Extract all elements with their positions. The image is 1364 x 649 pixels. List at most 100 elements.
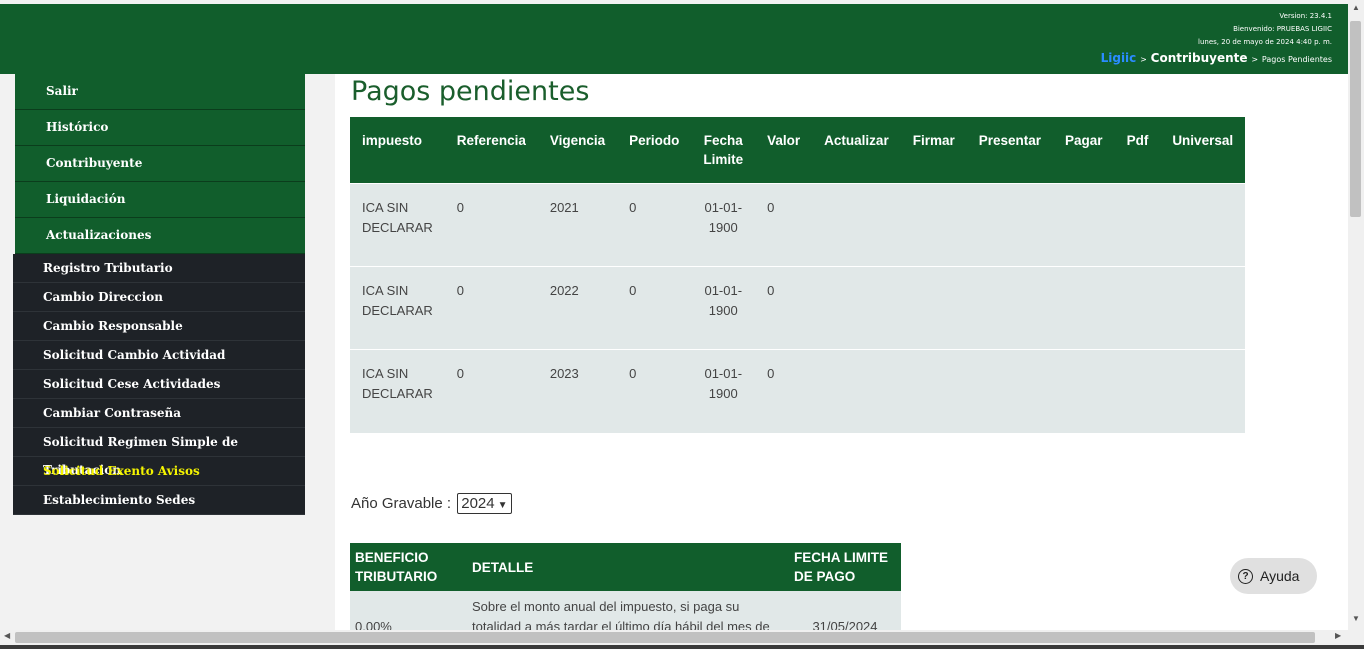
taskbar-strip <box>0 645 1364 649</box>
cell-impuesto: ICA SIN DECLARAR <box>350 183 445 267</box>
cell-referencia: 0 <box>444 266 538 350</box>
help-button[interactable]: ? Ayuda <box>1230 558 1317 594</box>
cell-impuesto: ICA SIN DECLARAR <box>350 266 445 350</box>
cell-pagar <box>1053 266 1115 350</box>
col-header-actualizar: Actualizar <box>812 117 901 184</box>
version-label: Version: 23.4.1 <box>1279 12 1332 20</box>
submenu-item-establecimiento-sedes[interactable]: Establecimiento Sedes <box>13 486 305 515</box>
cell-referencia: 0 <box>444 349 538 433</box>
vertical-scrollbar-thumb[interactable] <box>1350 21 1361 217</box>
horizontal-scrollbar-thumb[interactable] <box>15 632 1315 643</box>
submenu-item-exento-avisos[interactable]: Solicitud Exento Avisos <box>13 457 305 486</box>
submenu-item-cambio-responsable[interactable]: Cambio Responsable <box>13 312 305 341</box>
breadcrumb-page: Pagos Pendientes <box>1261 55 1332 64</box>
scrollbar-corner <box>1348 630 1364 645</box>
col-header-universal: Universal <box>1160 117 1246 184</box>
submenu-item-cese-actividades[interactable]: Solicitud Cese Actividades <box>13 370 305 399</box>
top-header-bar: Version: 23.4.1 Bienvenido: PRUEBAS LIGI… <box>0 0 1348 74</box>
cell-valor: 0 <box>755 266 813 350</box>
welcome-label: Bienvenido: PRUEBAS LIGIIC <box>1233 25 1332 33</box>
breadcrumb-separator: > <box>1251 55 1259 64</box>
scroll-left-arrow-icon[interactable]: ◀ <box>4 631 10 640</box>
vertical-scrollbar[interactable]: ▲ ▼ <box>1348 0 1364 630</box>
submenu-item-cambio-direccion[interactable]: Cambio Direccion <box>13 283 305 312</box>
cell-impuesto: ICA SIN DECLARAR <box>350 349 445 433</box>
cell-fecha-limite-pago: 31/05/2024 <box>789 591 901 630</box>
cell-pagar <box>1053 349 1115 433</box>
table-row: ICA SIN DECLARAR 0 2023 0 01-01-1900 0 <box>350 349 1246 433</box>
col-header-referencia: Referencia <box>444 117 538 184</box>
menu-item-historico[interactable]: Histórico <box>15 110 305 146</box>
cell-actualizar <box>812 266 901 350</box>
col-header-fecha-limite-pago: FECHA LIMITE DE PAGO <box>789 543 901 591</box>
breadcrumb: Ligiic > Contribuyente > Pagos Pendiente… <box>1101 50 1332 68</box>
scroll-right-arrow-icon[interactable]: ▶ <box>1335 631 1341 640</box>
cell-presentar <box>966 183 1054 267</box>
chevron-down-icon: ▼ <box>497 500 508 511</box>
submenu-actualizaciones: Registro Tributario Cambio Direccion Cam… <box>13 254 305 515</box>
col-header-valor: Valor <box>755 117 813 184</box>
cell-universal <box>1160 349 1246 433</box>
table-row: 0.00% Sobre el monto anual del impuesto,… <box>350 591 901 630</box>
help-button-label: Ayuda <box>1260 568 1300 584</box>
year-filter-label: Año Gravable : <box>351 495 452 512</box>
col-header-detalle: DETALLE <box>467 543 789 591</box>
cell-pdf <box>1114 349 1161 433</box>
cell-pagar <box>1053 183 1115 267</box>
cell-firmar <box>900 349 967 433</box>
submenu-item-cambio-actividad[interactable]: Solicitud Cambio Actividad <box>13 341 305 370</box>
cell-fecha-limite: 01-01-1900 <box>691 349 756 433</box>
col-header-firmar: Firmar <box>900 117 967 184</box>
cell-periodo: 0 <box>617 183 692 267</box>
cell-pdf <box>1114 266 1161 350</box>
cell-presentar <box>966 266 1054 350</box>
col-header-vigencia: Vigencia <box>537 117 618 184</box>
year-select[interactable]: 2024 ▼ <box>457 493 512 514</box>
menu-item-contribuyente[interactable]: Contribuyente <box>15 146 305 182</box>
year-filter: Año Gravable : 2024 ▼ <box>351 493 512 514</box>
cell-periodo: 0 <box>617 266 692 350</box>
table-header-row: BENEFICIO TRIBUTARIO DETALLE FECHA LIMIT… <box>350 543 901 591</box>
question-mark-icon: ? <box>1238 568 1253 584</box>
cell-detalle: Sobre el monto anual del impuesto, si pa… <box>467 591 789 630</box>
cell-pdf <box>1114 183 1161 267</box>
cell-vigencia: 2023 <box>537 349 618 433</box>
col-header-pagar: Pagar <box>1053 117 1115 184</box>
cell-firmar <box>900 183 967 267</box>
cell-vigencia: 2021 <box>537 183 618 267</box>
tax-benefit-table: BENEFICIO TRIBUTARIO DETALLE FECHA LIMIT… <box>350 543 901 630</box>
cell-actualizar <box>812 349 901 433</box>
scroll-up-arrow-icon[interactable]: ▲ <box>1348 3 1364 12</box>
submenu-item-regimen-simple[interactable]: Solicitud Regimen Simple de Tributacion <box>13 428 305 477</box>
year-select-value: 2024 <box>461 495 495 512</box>
header-info: Version: 23.4.1 Bienvenido: PRUEBAS LIGI… <box>1101 10 1332 68</box>
breadcrumb-root-link[interactable]: Ligiic <box>1101 51 1137 65</box>
breadcrumb-separator: > <box>1140 55 1147 64</box>
col-header-periodo: Periodo <box>617 117 692 184</box>
table-row: ICA SIN DECLARAR 0 2021 0 01-01-1900 0 <box>350 183 1246 267</box>
cell-referencia: 0 <box>444 183 538 267</box>
horizontal-scrollbar[interactable]: ◀ ▶ <box>0 630 1348 645</box>
cell-periodo: 0 <box>617 349 692 433</box>
col-header-presentar: Presentar <box>966 117 1054 184</box>
col-header-pdf: Pdf <box>1114 117 1161 184</box>
pending-payments-table: impuesto Referencia Vigencia Periodo Fec… <box>350 117 1246 433</box>
col-header-beneficio: BENEFICIO TRIBUTARIO <box>350 543 467 591</box>
cell-firmar <box>900 266 967 350</box>
cell-universal <box>1160 183 1246 267</box>
datetime-label: lunes, 20 de mayo de 2024 4:40 p. m. <box>1198 38 1332 46</box>
submenu-item-cambiar-contrasena[interactable]: Cambiar Contraseña <box>13 399 305 428</box>
menu-item-liquidacion[interactable]: Liquidación <box>15 182 305 218</box>
cell-valor: 0 <box>755 183 813 267</box>
breadcrumb-current-link[interactable]: Contribuyente <box>1151 51 1248 65</box>
cell-vigencia: 2022 <box>537 266 618 350</box>
col-header-impuesto: impuesto <box>350 117 445 184</box>
submenu-item-registro-tributario[interactable]: Registro Tributario <box>13 254 305 283</box>
menu-item-actualizaciones[interactable]: Actualizaciones <box>15 218 305 254</box>
scroll-down-arrow-icon[interactable]: ▼ <box>1348 614 1364 623</box>
main-menu: Salir Histórico Contribuyente Liquidació… <box>15 74 305 254</box>
cell-actualizar <box>812 183 901 267</box>
menu-item-salir[interactable]: Salir <box>15 74 305 110</box>
main-content: Pagos pendientes impuesto Referencia Vig… <box>335 74 1348 630</box>
cell-valor: 0 <box>755 349 813 433</box>
